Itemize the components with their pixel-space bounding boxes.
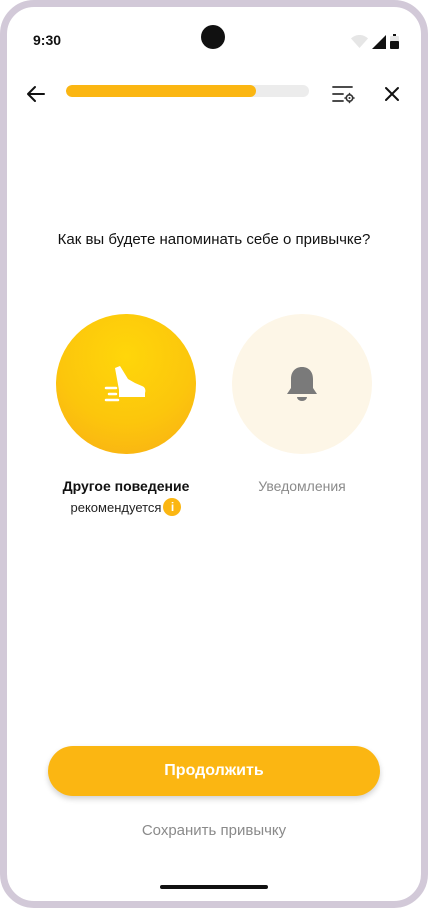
home-indicator xyxy=(160,885,268,889)
shoe-icon xyxy=(104,366,146,402)
signal-icon xyxy=(372,34,386,49)
progress-bar-fill xyxy=(66,85,256,97)
info-icon[interactable]: i xyxy=(163,498,182,516)
option-circle-selected[interactable] xyxy=(56,314,196,454)
continue-button[interactable]: Продолжить xyxy=(48,746,380,796)
status-time: 9:30 xyxy=(33,32,62,48)
option-label: Другое поведение xyxy=(62,478,190,494)
bell-icon xyxy=(287,367,317,401)
save-habit-link[interactable]: Сохранить привычку xyxy=(7,822,421,839)
option-notifications[interactable]: Уведомления xyxy=(232,314,372,494)
wifi-icon xyxy=(351,35,368,48)
question-heading: Как вы будете напоминать себе о привычке… xyxy=(57,231,371,248)
option-other-behavior[interactable]: Другое поведение рекомендуется i xyxy=(56,314,196,516)
status-icons xyxy=(351,34,399,49)
close-icon xyxy=(385,87,399,101)
arrow-left-icon xyxy=(27,86,45,102)
battery-icon xyxy=(390,34,399,49)
recommended-note: рекомендуется i xyxy=(56,498,196,516)
option-circle-unselected[interactable] xyxy=(232,314,372,454)
option-label: Уведомления xyxy=(258,478,346,494)
phone-frame: 9:30 Как вы будете напоминать себе о при… xyxy=(0,0,428,908)
recommended-label: рекомендуется xyxy=(70,499,162,515)
settings-button[interactable] xyxy=(329,79,359,109)
sliders-gear-icon xyxy=(332,86,355,104)
camera-cutout xyxy=(201,25,225,49)
close-button[interactable] xyxy=(377,79,407,109)
progress-bar xyxy=(66,85,309,97)
back-button[interactable] xyxy=(21,79,51,109)
